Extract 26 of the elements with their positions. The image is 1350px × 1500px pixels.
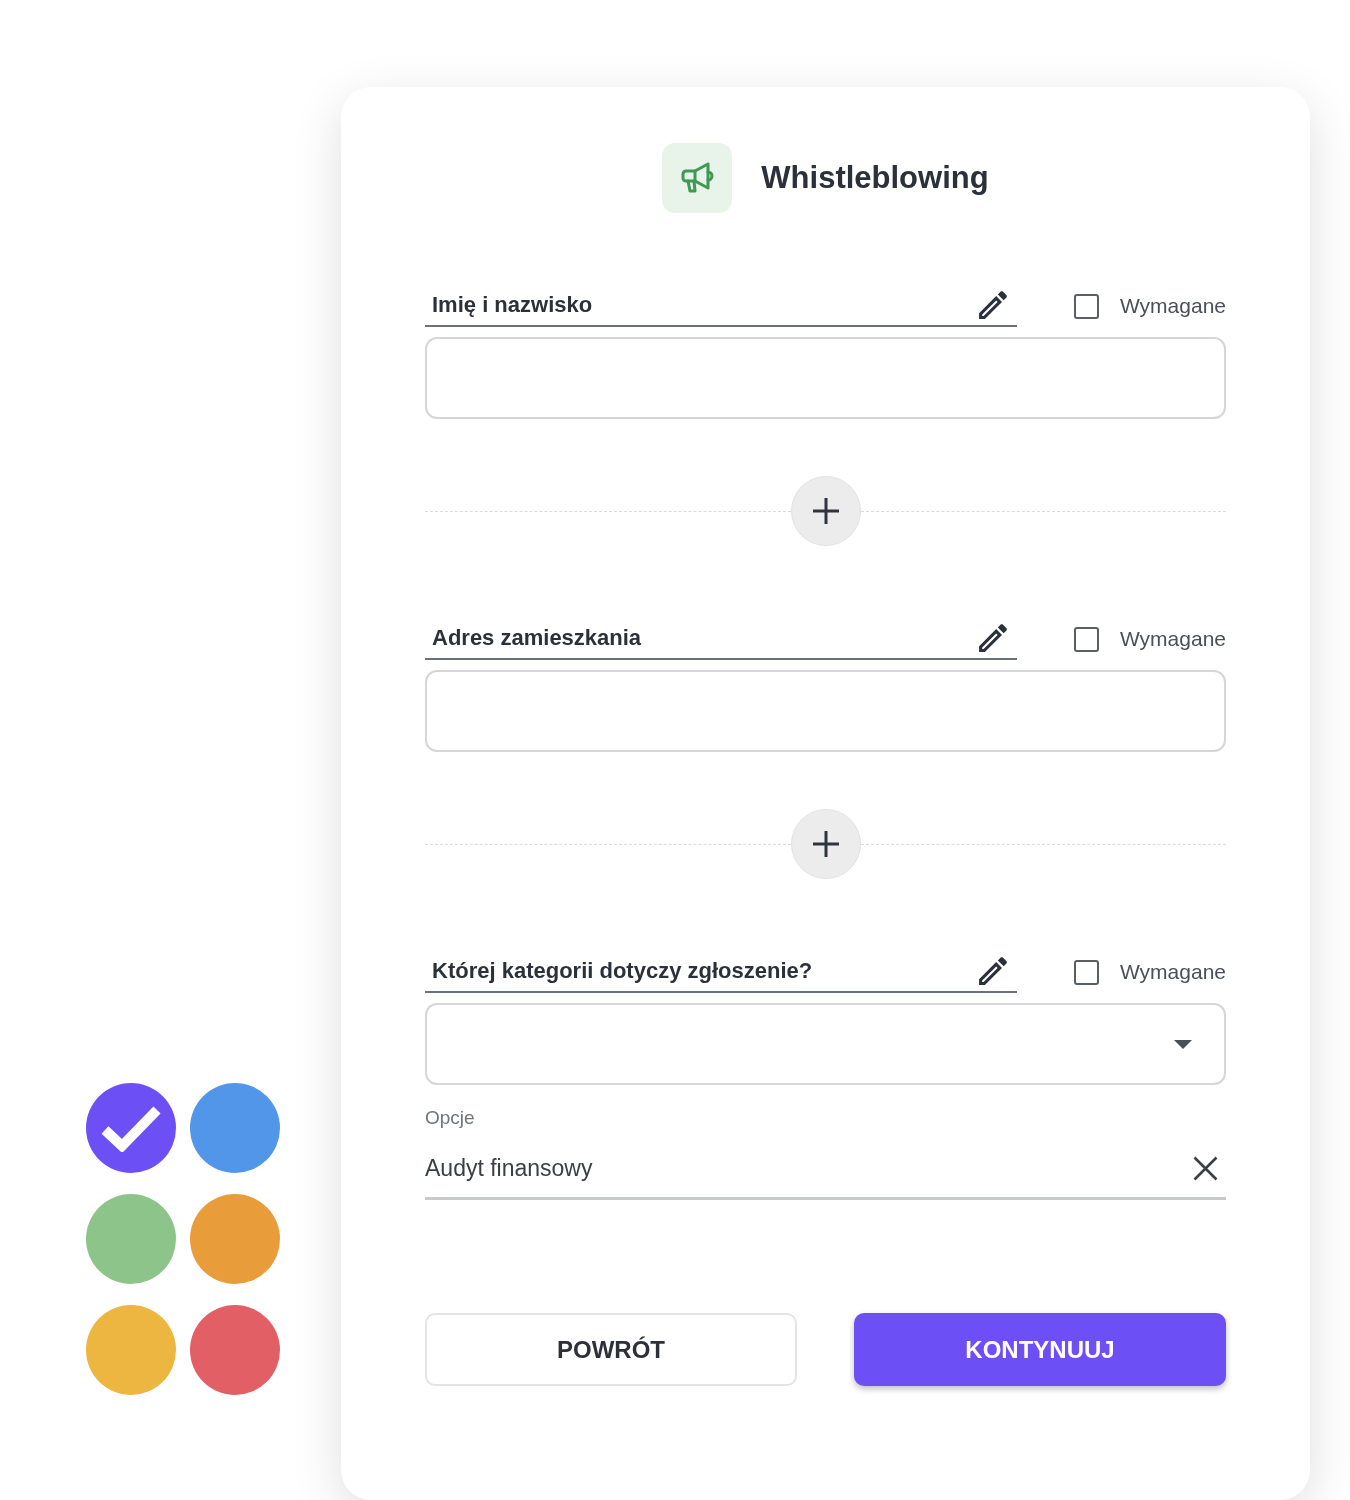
question-label-field[interactable]: Której kategorii dotyczy zgłoszenie?	[425, 951, 1017, 993]
pencil-icon[interactable]	[979, 291, 1007, 319]
checkbox-label: Wymagane	[1119, 960, 1226, 984]
input-field[interactable]	[425, 337, 1226, 419]
back-button[interactable]: POWRÓT	[425, 1313, 797, 1386]
continue-button[interactable]: KONTYNUUJ	[854, 1313, 1226, 1386]
checkbox[interactable]	[1073, 959, 1099, 985]
dropdown-caret-icon	[1174, 1039, 1192, 1049]
close-icon[interactable]	[1193, 1155, 1218, 1181]
checkbox[interactable]	[1073, 626, 1099, 652]
plus-icon	[812, 498, 839, 524]
check-icon	[100, 1104, 162, 1152]
megaphone-icon	[662, 143, 733, 213]
options-label: Opcje	[425, 1107, 475, 1129]
form-title: Whistleblowing	[761, 160, 989, 196]
question-label-field[interactable]: Adres zamieszkania	[425, 618, 1017, 660]
checkbox[interactable]	[1073, 293, 1099, 319]
option-field[interactable]: Audyt finansowy	[425, 1139, 1226, 1200]
pencil-icon[interactable]	[979, 957, 1007, 985]
checkbox-label: Wymagane	[1119, 294, 1226, 318]
input-field[interactable]	[425, 670, 1226, 752]
question-label-field[interactable]: Imię i nazwisko	[425, 285, 1017, 327]
pencil-icon[interactable]	[979, 624, 1007, 652]
plus-icon	[812, 831, 839, 857]
checkbox-label: Wymagane	[1119, 627, 1226, 651]
select-field[interactable]	[425, 1003, 1226, 1085]
